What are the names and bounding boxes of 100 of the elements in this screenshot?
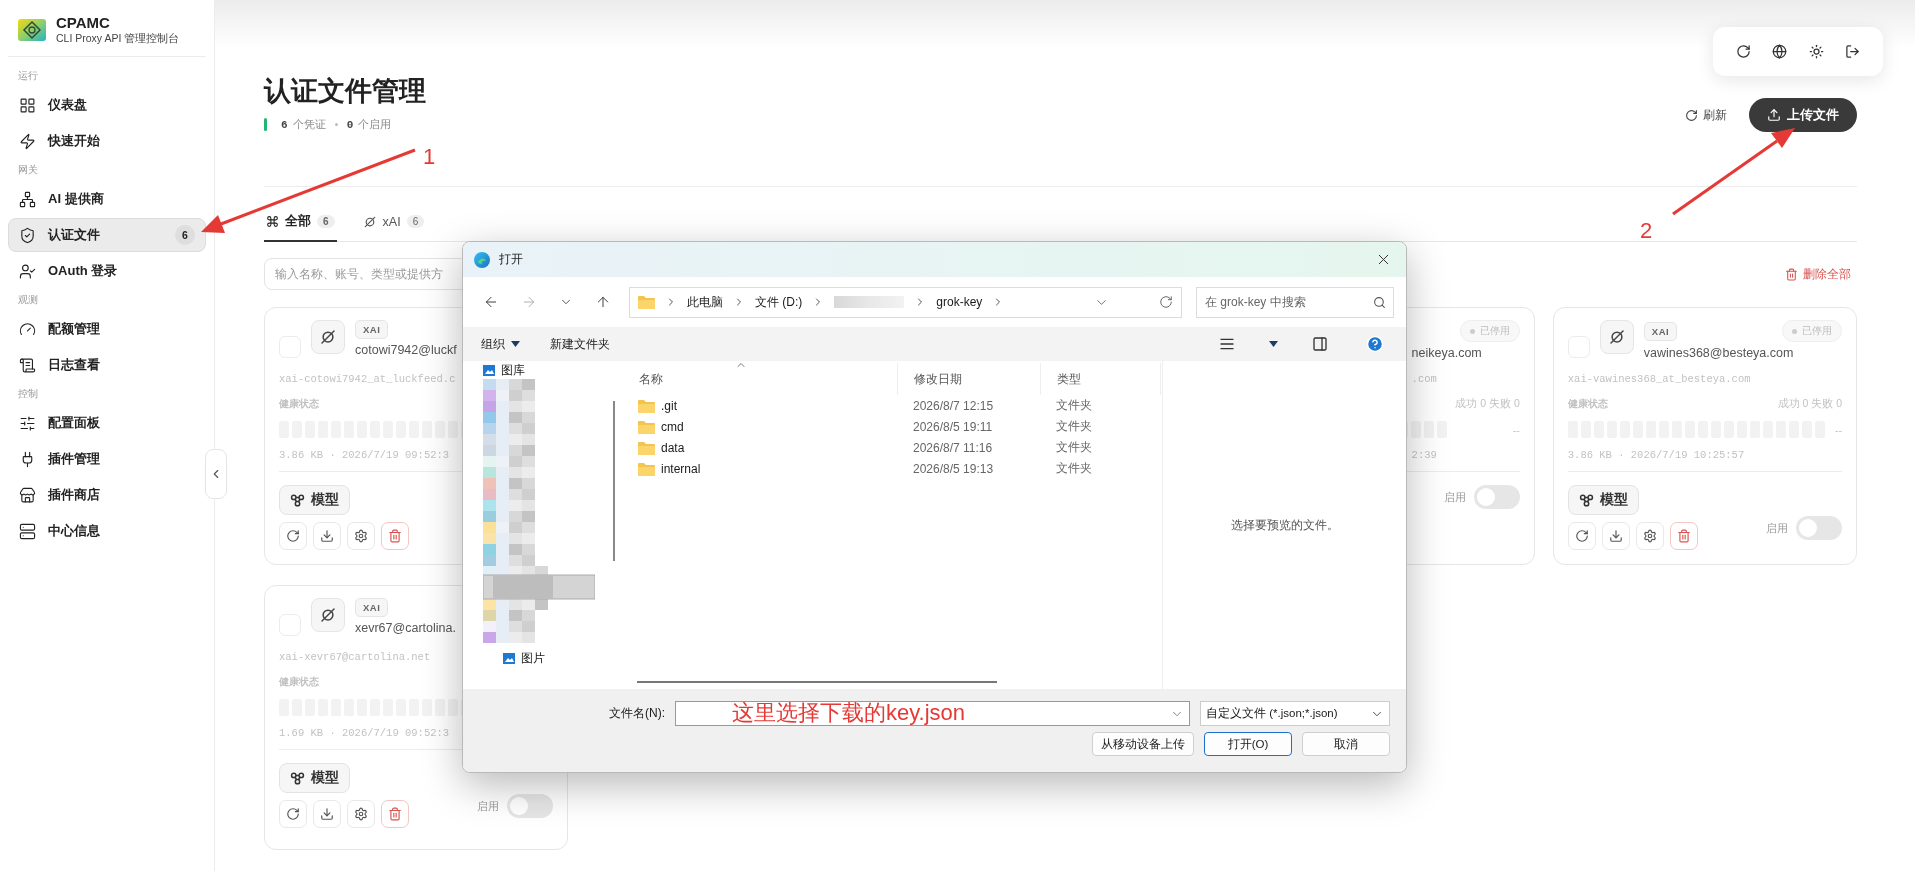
upload-button[interactable]: 上传文件 bbox=[1749, 98, 1857, 132]
refresh-button[interactable]: 刷新 bbox=[1681, 102, 1731, 128]
delete-button[interactable] bbox=[381, 522, 409, 550]
help-icon bbox=[1366, 335, 1384, 353]
settings-button[interactable] bbox=[1635, 522, 1664, 550]
account-email: xevr67@cartolina. bbox=[355, 621, 456, 635]
file-row[interactable]: .git 2026/8/7 12:15 文件夹 bbox=[623, 395, 1162, 416]
tab[interactable]: xAI 6 bbox=[360, 207, 427, 242]
tab[interactable]: 全部 6 bbox=[264, 207, 337, 242]
search-field[interactable]: 在 grok-key 中搜索 bbox=[1196, 286, 1394, 318]
account-email: cotowi7942@luckf bbox=[355, 343, 457, 357]
file-name: internal bbox=[661, 461, 701, 476]
delete-button[interactable] bbox=[1669, 522, 1698, 550]
address-bar[interactable]: 此电脑 文件 (D:) grok-key bbox=[629, 286, 1182, 318]
sidebar-item[interactable]: OAuth 登录 bbox=[8, 254, 206, 288]
dialog-button[interactable]: 取消 bbox=[1302, 732, 1390, 756]
trash-icon bbox=[1785, 267, 1798, 281]
column-header[interactable]: 类型 bbox=[1041, 363, 1161, 395]
annotation-number: 2 bbox=[1640, 218, 1653, 244]
refresh-icon bbox=[1574, 529, 1589, 543]
trash-icon bbox=[388, 529, 402, 543]
modified-date: 2026/8/5 19:13 bbox=[912, 461, 995, 476]
provider-tag: XAI bbox=[355, 320, 389, 339]
enable-label: 启用 bbox=[477, 798, 500, 814]
sidebar-item-label: 快速开始 bbox=[48, 132, 101, 150]
download-button[interactable] bbox=[1601, 522, 1630, 550]
globe-icon bbox=[1772, 44, 1788, 59]
summary-count: 6 个凭证 bbox=[281, 117, 326, 132]
forward-icon bbox=[521, 294, 537, 310]
sidebar-item-label: 中心信息 bbox=[48, 522, 101, 540]
sidebar-item-label: AI 提供商 bbox=[48, 190, 105, 208]
sidebar-item-label: 插件商店 bbox=[48, 486, 101, 504]
models-button[interactable]: 模型 bbox=[279, 485, 350, 515]
sidebar-item[interactable]: 日志查看 bbox=[8, 348, 206, 382]
brand-name: CPAMC bbox=[56, 14, 111, 31]
refresh-button[interactable] bbox=[279, 522, 307, 550]
download-icon bbox=[320, 807, 334, 821]
settings-button[interactable] bbox=[347, 800, 375, 828]
sidebar-item[interactable]: 配额管理 bbox=[8, 312, 206, 346]
organize-menu[interactable]: 组织 bbox=[481, 335, 520, 353]
provider-tag: XAI bbox=[1643, 321, 1678, 341]
download-button[interactable] bbox=[313, 800, 341, 828]
annotation-number: 1 bbox=[423, 144, 436, 170]
sidebar-item[interactable]: 中心信息 bbox=[8, 514, 206, 548]
path-segment[interactable]: 此电脑 bbox=[687, 293, 723, 311]
caret-icon bbox=[511, 341, 520, 347]
delete-all-button[interactable]: 删除全部 bbox=[1779, 264, 1857, 284]
sidebar-item[interactable]: 仪表盘 bbox=[8, 88, 206, 122]
slashed-circle-icon bbox=[1607, 328, 1626, 346]
slashed-circle-icon bbox=[319, 328, 337, 346]
enable-toggle[interactable] bbox=[1473, 485, 1520, 509]
file-type: 文件夹 bbox=[1055, 460, 1093, 477]
grid-icon bbox=[19, 96, 36, 114]
section-label: 网关 bbox=[17, 163, 39, 177]
delete-button[interactable] bbox=[381, 800, 409, 828]
path-segment[interactable]: 文件 (D:) bbox=[755, 293, 803, 311]
list-icon bbox=[1219, 336, 1235, 352]
file-name: xai-cotowi7942_at_luckfeed.c bbox=[279, 373, 456, 385]
download-button[interactable] bbox=[313, 522, 341, 550]
health-label: 健康状态 bbox=[279, 397, 319, 411]
user-icon bbox=[19, 262, 36, 280]
column-header[interactable]: 名称 bbox=[623, 363, 898, 395]
file-name: xai-xevr67@cartolina.net bbox=[279, 651, 431, 663]
blurred-segment bbox=[834, 296, 905, 308]
picture-icon bbox=[483, 364, 495, 376]
sidebar-item[interactable]: 认证文件 6 bbox=[8, 218, 206, 252]
file-row[interactable]: internal 2026/8/5 19:13 文件夹 bbox=[623, 458, 1162, 479]
file-row[interactable]: cmd 2026/8/5 19:11 文件夹 bbox=[623, 416, 1162, 437]
account-email: neikeya.com bbox=[1411, 346, 1482, 360]
enable-toggle[interactable] bbox=[1796, 516, 1842, 540]
models-button[interactable]: 模型 bbox=[1567, 485, 1639, 515]
models-button[interactable]: 模型 bbox=[279, 763, 350, 793]
refresh-button[interactable] bbox=[279, 800, 307, 828]
collapse-handle[interactable] bbox=[205, 449, 227, 499]
settings-button[interactable] bbox=[347, 522, 375, 550]
column-header[interactable]: 修改日期 bbox=[898, 363, 1041, 395]
refresh-icon bbox=[1735, 44, 1751, 59]
file-name: .git bbox=[661, 398, 677, 413]
modified-date: 2026/8/7 12:15 bbox=[912, 398, 995, 413]
sidebar-item[interactable]: 插件商店 bbox=[8, 478, 206, 512]
sidebar-item-label: 认证文件 bbox=[48, 226, 101, 244]
new-folder-button[interactable]: 新建文件夹 bbox=[550, 335, 610, 353]
filename-input[interactable]: 这里选择下载的key.json bbox=[675, 701, 1190, 726]
file-row[interactable]: data 2026/8/7 11:16 文件夹 bbox=[623, 437, 1162, 458]
sidebar-item[interactable]: 配置面板 bbox=[8, 406, 206, 440]
download-icon bbox=[320, 529, 334, 543]
file-meta: 2:39 bbox=[1411, 449, 1437, 461]
refresh-button[interactable] bbox=[1567, 522, 1596, 550]
annotation-text: 这里选择下载的key.json bbox=[732, 699, 966, 727]
provider-tag: XAI bbox=[355, 598, 389, 617]
nav-item[interactable]: 图片 bbox=[483, 649, 621, 667]
dialog-button[interactable]: 从移动设备上传 bbox=[1092, 732, 1194, 756]
dialog-button[interactable]: 打开(O) bbox=[1204, 732, 1292, 756]
file-type-select[interactable]: 自定义文件 (*.json;*.json) bbox=[1200, 701, 1390, 726]
enable-toggle[interactable] bbox=[507, 794, 554, 818]
nav-item[interactable]: 图库 bbox=[483, 361, 621, 379]
sidebar-item[interactable]: 快速开始 bbox=[8, 124, 206, 158]
path-segment[interactable]: grok-key bbox=[936, 295, 983, 309]
sidebar-item[interactable]: 插件管理 bbox=[8, 442, 206, 476]
sidebar-item[interactable]: AI 提供商 bbox=[8, 182, 206, 216]
